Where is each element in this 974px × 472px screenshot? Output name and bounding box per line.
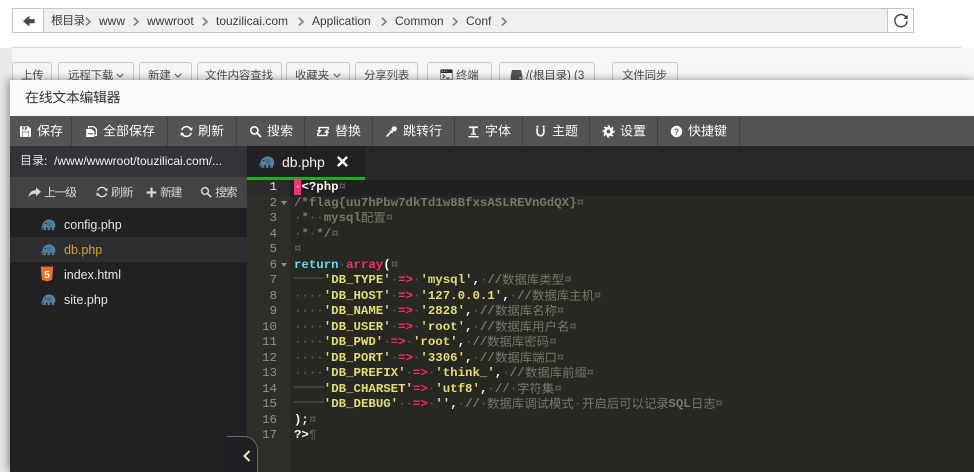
svg-text:?: ? (674, 126, 679, 136)
svg-text:5: 5 (44, 269, 50, 281)
